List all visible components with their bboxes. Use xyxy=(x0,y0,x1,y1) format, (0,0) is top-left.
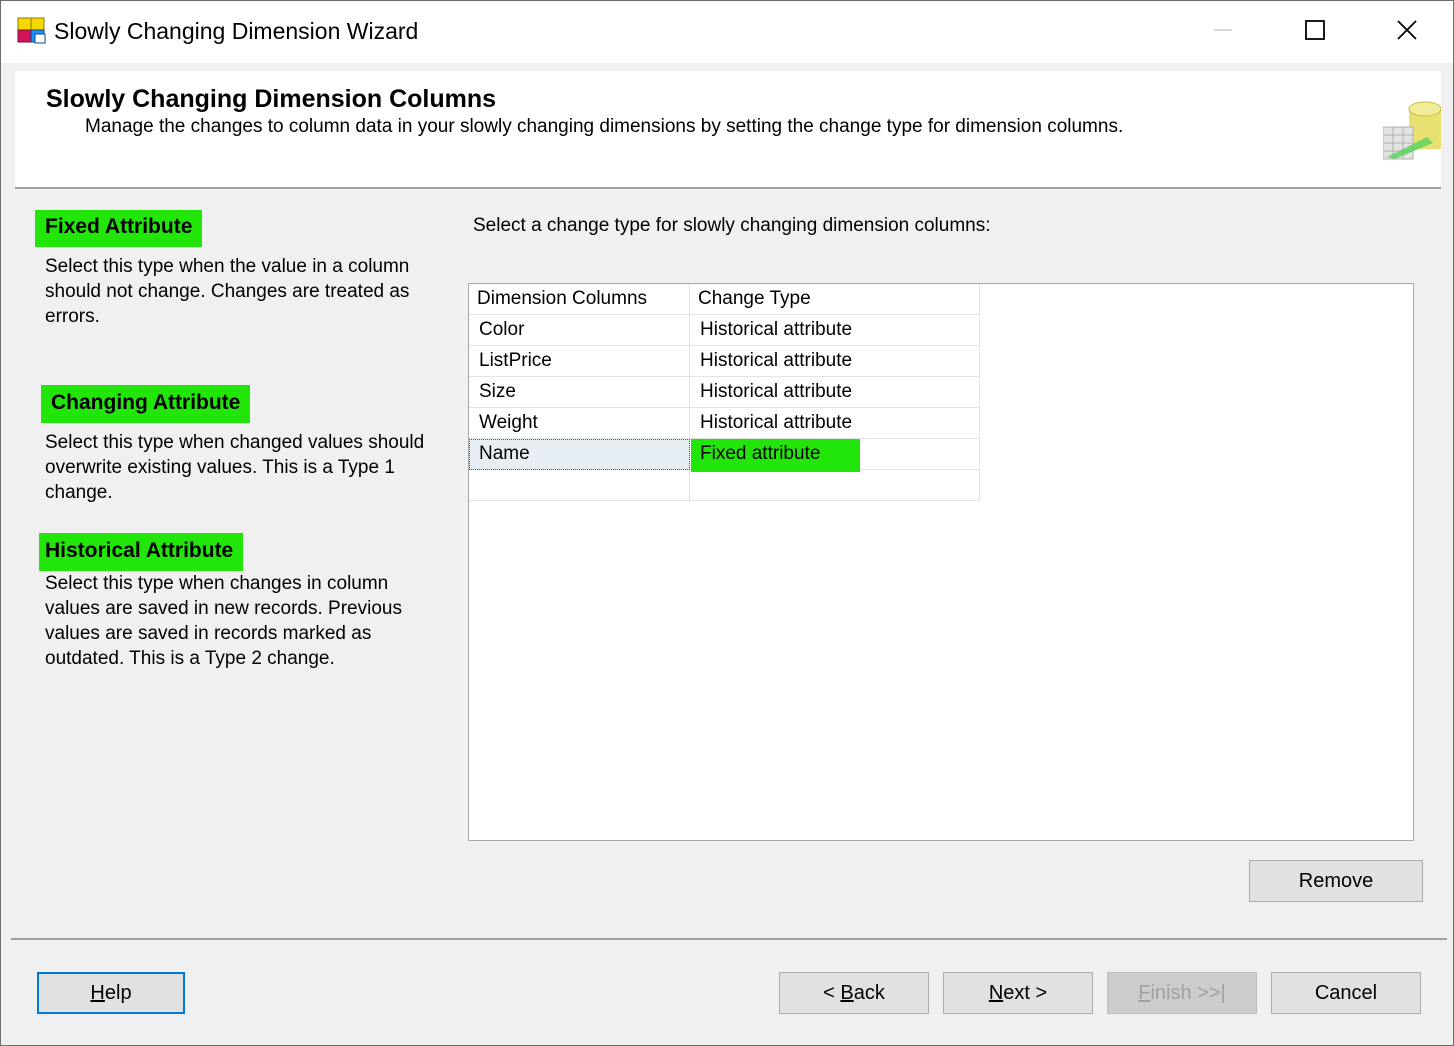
maximize-icon xyxy=(1304,19,1326,46)
dimension-columns-grid[interactable]: Dimension Columns Change Type Color Hist… xyxy=(468,283,1414,841)
table-row[interactable]: Size Historical attribute xyxy=(469,377,980,408)
help-accel-key: H xyxy=(90,981,105,1004)
change-type-cell[interactable]: Historical attribute xyxy=(690,408,980,439)
column-header-change-type[interactable]: Change Type xyxy=(690,284,980,315)
wizard-app-icon xyxy=(17,17,47,45)
back-accel-key: B xyxy=(840,981,854,1004)
change-type-cell[interactable]: Historical attribute xyxy=(690,315,980,346)
column-header-dimension-columns[interactable]: Dimension Columns xyxy=(469,284,690,315)
new-change-type-cell[interactable] xyxy=(690,470,980,501)
dimension-column-cell[interactable]: Color xyxy=(469,315,690,346)
change-type-cell[interactable]: Historical attribute xyxy=(690,346,980,377)
table-row-selected[interactable]: Name Fixed attribute xyxy=(469,439,980,472)
back-prefix: < xyxy=(823,981,841,1004)
changing-attribute-label: Changing Attribute xyxy=(41,385,251,423)
help-label: elp xyxy=(104,981,132,1004)
new-dimension-column-cell[interactable] xyxy=(469,470,690,501)
cancel-button[interactable]: Cancel xyxy=(1271,972,1421,1014)
fixed-attribute-description: Select this type when the value in a col… xyxy=(45,256,410,327)
header-divider xyxy=(15,187,1441,189)
table-row[interactable]: Color Historical attribute xyxy=(469,315,980,346)
page-title: Slowly Changing Dimension Columns xyxy=(46,85,497,113)
change-type-dropdown[interactable]: Fixed attribute xyxy=(691,439,860,472)
maximize-button[interactable] xyxy=(1269,1,1361,63)
title-bar[interactable]: Slowly Changing Dimension Wizard xyxy=(1,1,1453,63)
next-button[interactable]: Next > xyxy=(943,972,1093,1014)
next-label: ext > xyxy=(1003,981,1048,1004)
grid-prompt: Select a change type for slowly changing… xyxy=(473,215,991,236)
finish-accel-key: F xyxy=(1138,981,1151,1004)
back-label: ack xyxy=(853,981,885,1004)
minimize-button[interactable] xyxy=(1177,1,1269,63)
close-button[interactable] xyxy=(1361,1,1453,63)
grid-header-row: Dimension Columns Change Type xyxy=(469,284,980,315)
dimension-column-cell[interactable]: Size xyxy=(469,377,690,408)
historical-attribute-label: Historical Attribute xyxy=(39,533,244,571)
finish-label: inish >>| xyxy=(1150,981,1226,1004)
page-header: Slowly Changing Dimension Columns Manage… xyxy=(15,71,1442,187)
help-button[interactable]: Help xyxy=(37,972,185,1014)
footer-divider xyxy=(11,938,1447,940)
table-row[interactable]: Weight Historical attribute xyxy=(469,408,980,439)
dimension-column-cell[interactable]: Name xyxy=(469,439,690,470)
next-accel-key: N xyxy=(988,981,1004,1004)
wizard-window: Slowly Changing Dimension Wizard Slowly … xyxy=(0,0,1454,1046)
table-row-new[interactable] xyxy=(469,470,980,501)
changing-attribute-description: Select this type when changed values sho… xyxy=(45,432,425,503)
window-title: Slowly Changing Dimension Wizard xyxy=(54,18,419,44)
minimize-icon xyxy=(1213,20,1233,45)
remove-button[interactable]: Remove xyxy=(1249,860,1423,902)
dimension-column-cell[interactable]: Weight xyxy=(469,408,690,439)
page-subtitle: Manage the changes to column data in you… xyxy=(85,116,1124,137)
fixed-attribute-label: Fixed Attribute xyxy=(35,210,203,247)
back-button[interactable]: < Back xyxy=(779,972,929,1014)
change-type-cell[interactable]: Historical attribute xyxy=(690,377,980,408)
historical-attribute-description: Select this type when changes in column … xyxy=(45,573,402,669)
close-icon xyxy=(1396,19,1418,46)
finish-button[interactable]: Finish >>| xyxy=(1107,972,1257,1014)
table-row[interactable]: ListPrice Historical attribute xyxy=(469,346,980,377)
dimension-column-cell[interactable]: ListPrice xyxy=(469,346,690,377)
database-wizard-icon xyxy=(1382,99,1442,161)
